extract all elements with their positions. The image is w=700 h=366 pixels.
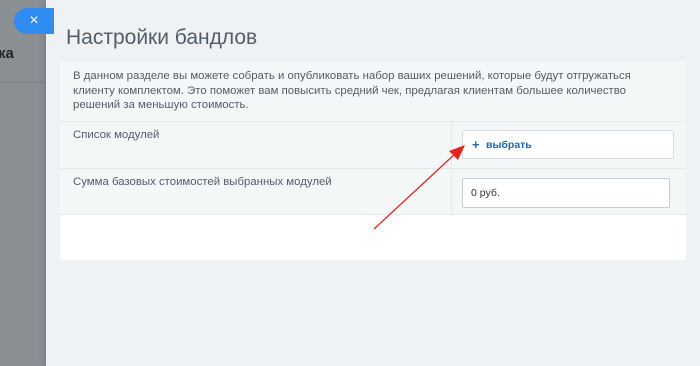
- description-text: В данном разделе вы можете собрать и опу…: [73, 70, 631, 111]
- row-divider: [451, 122, 452, 168]
- page-title: Настройки бандлов: [66, 26, 258, 50]
- modules-row: Список модулей + выбрать: [60, 122, 686, 169]
- bundle-settings-panel: Настройки бандлов В данном разделе вы мо…: [46, 0, 700, 366]
- background-page-text: ка: [0, 45, 14, 62]
- description-block: В данном разделе вы можете собрать и опу…: [60, 61, 686, 122]
- sum-field: 0 руб.: [462, 178, 670, 208]
- modules-label: Список модулей: [73, 129, 160, 141]
- row-divider: [451, 169, 452, 214]
- sum-label: Сумма базовых стоимостей выбранных модул…: [73, 176, 332, 188]
- settings-card: В данном разделе вы можете собрать и опу…: [60, 61, 686, 260]
- select-modules-label: выбрать: [486, 138, 532, 151]
- close-icon: ×: [29, 12, 39, 29]
- select-modules-button[interactable]: + выбрать: [462, 130, 674, 159]
- background-page: ка: [0, 0, 46, 366]
- close-button[interactable]: ×: [14, 8, 54, 34]
- plus-icon: +: [472, 137, 480, 152]
- sum-value: 0 руб.: [471, 187, 500, 199]
- sum-row: Сумма базовых стоимостей выбранных модул…: [60, 169, 686, 215]
- background-divider: [0, 82, 46, 83]
